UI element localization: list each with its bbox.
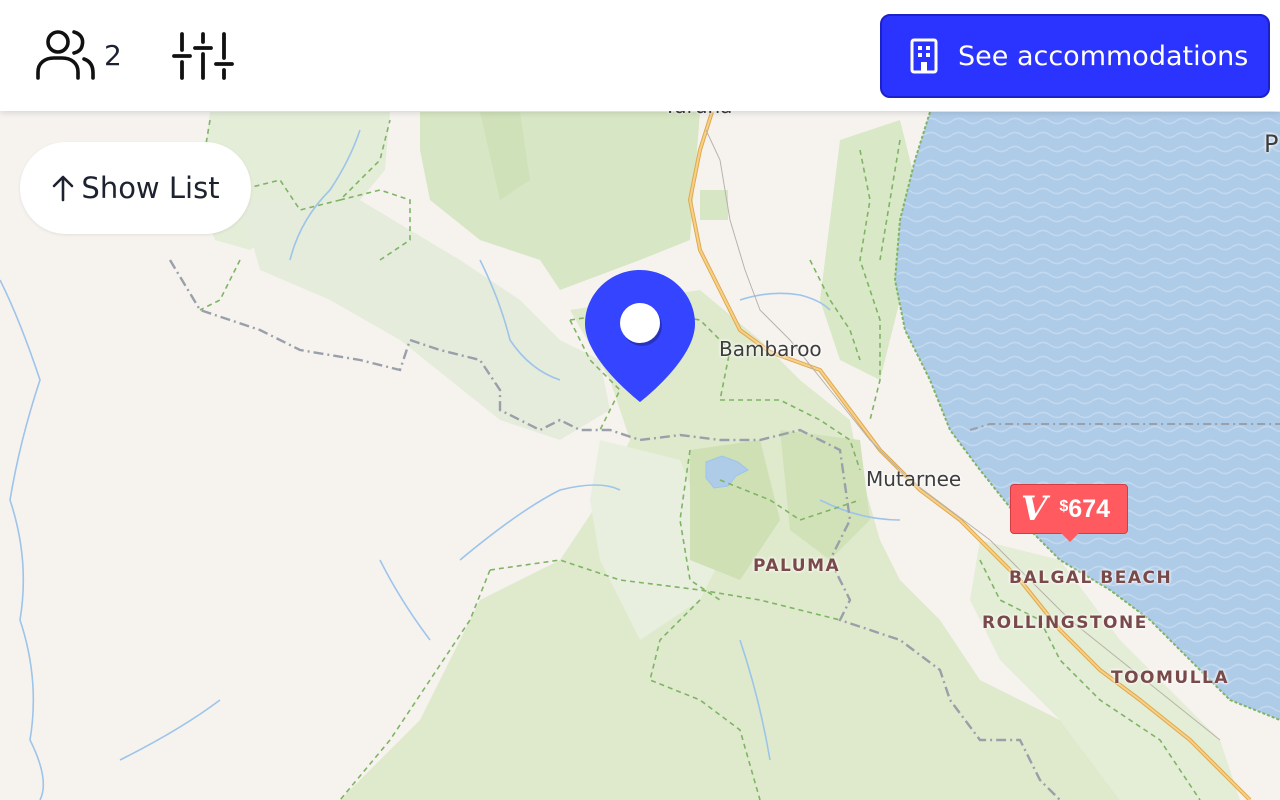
users-icon: [34, 28, 96, 82]
place-label-partial-edge: P: [1264, 130, 1279, 158]
show-list-button[interactable]: Show List: [20, 142, 251, 234]
price-marker-tail: [1061, 533, 1079, 542]
locality-label-paluma[interactable]: PALUMA: [753, 556, 840, 576]
place-label-bambaroo[interactable]: Bambaroo: [719, 337, 822, 361]
building-icon: [908, 38, 940, 74]
place-label-mutarnee[interactable]: Mutarnee: [866, 467, 961, 491]
map-pin-icon[interactable]: [584, 270, 696, 411]
locality-label-toomulla[interactable]: TOOMULLA: [1111, 668, 1229, 688]
locality-label-balgal-beach[interactable]: BALGAL BEACH: [1009, 568, 1172, 588]
price-value: $674: [1059, 494, 1111, 523]
locality-label-rollingstone[interactable]: ROLLINGSTONE: [982, 613, 1148, 633]
see-accommodations-button[interactable]: See accommodations: [880, 14, 1270, 98]
show-list-label: Show List: [81, 171, 220, 205]
sliders-icon: [172, 28, 234, 82]
arrow-up-icon: [51, 174, 75, 202]
price-marker[interactable]: V $674: [1010, 484, 1128, 542]
filters-button[interactable]: [172, 28, 234, 82]
see-accommodations-label: See accommodations: [958, 40, 1249, 72]
guest-count: 2: [104, 38, 122, 72]
guests-selector[interactable]: 2: [34, 28, 122, 82]
top-bar: 2 See accommodations: [0, 0, 1280, 111]
vendor-logo: V: [1021, 489, 1048, 529]
